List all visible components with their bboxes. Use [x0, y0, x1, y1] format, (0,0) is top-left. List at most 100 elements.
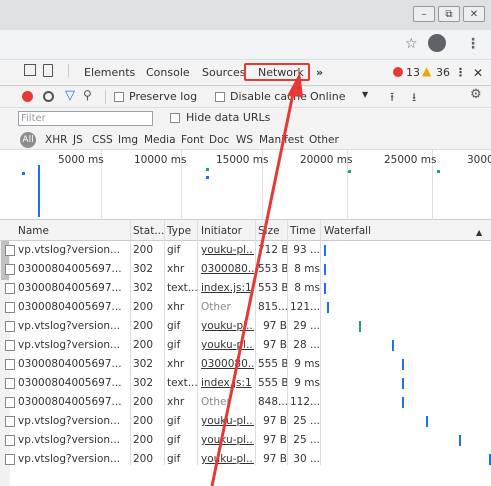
error-count[interactable]: 13: [406, 66, 420, 79]
cell-time: 9 ms: [294, 358, 320, 370]
column-header-waterfall[interactable]: Waterfall: [324, 225, 371, 237]
column-header-size[interactable]: Size: [258, 225, 280, 237]
throttling-select[interactable]: Online: [310, 90, 345, 103]
import-har-icon[interactable]: ⭱: [390, 88, 394, 109]
cell-name: 03000804005697...: [18, 301, 122, 313]
row-checkbox[interactable]: [5, 264, 15, 275]
table-row[interactable]: vp.vtslog?version... 200 gif youku-pl... 97 …: [0, 431, 491, 450]
row-checkbox[interactable]: [5, 378, 15, 389]
type-filter-all[interactable]: All: [20, 132, 36, 148]
type-filter-media[interactable]: Media: [144, 134, 176, 146]
type-filter-img[interactable]: Img: [118, 134, 138, 146]
type-filter-js[interactable]: JS: [73, 134, 83, 146]
table-row[interactable]: 03000804005697... 200 xhr Other 815... 121...: [0, 298, 491, 317]
table-row[interactable]: vp.vtslog?version... 200 gif youku-pl... 97 …: [0, 412, 491, 431]
toolbar-divider: [105, 90, 106, 104]
cell-initiator[interactable]: youku-pl...: [201, 244, 254, 256]
timeline-request-dot: [348, 170, 351, 173]
row-checkbox[interactable]: [5, 359, 15, 370]
type-filter-font[interactable]: Font: [181, 134, 204, 146]
row-checkbox[interactable]: [5, 245, 15, 256]
cell-type: gif: [167, 434, 181, 446]
more-tabs-button[interactable]: »: [316, 66, 323, 79]
devtools-close-icon[interactable]: ✕: [473, 66, 483, 80]
filter-input[interactable]: Filter: [18, 111, 153, 126]
column-header-type[interactable]: Type: [167, 225, 191, 237]
cell-initiator[interactable]: youku-pl...: [201, 453, 254, 465]
table-row[interactable]: vp.vtslog?version... 200 gif youku-pl... 97 …: [0, 336, 491, 355]
close-button[interactable]: ✕: [463, 6, 485, 22]
cell-initiator[interactable]: index.js:1: [201, 377, 254, 389]
type-filter-manifest[interactable]: Manifest: [259, 134, 304, 146]
account-icon[interactable]: [428, 34, 446, 52]
record-icon[interactable]: [22, 91, 33, 102]
type-filter-xhr[interactable]: XHR: [45, 134, 67, 146]
table-row[interactable]: 03000804005697... 302 xhr 0300080... 553 B 8 …: [0, 260, 491, 279]
column-header-initiator[interactable]: Initiator: [201, 225, 242, 237]
browser-menu-icon[interactable]: ⋮: [466, 36, 480, 52]
cell-time: 25 ...: [293, 415, 320, 427]
device-toolbar-icon[interactable]: [43, 64, 53, 77]
timeline-tick-label: 5000 ms: [58, 154, 104, 166]
waterfall-bar: [401, 378, 404, 389]
minimize-button[interactable]: –: [413, 6, 435, 22]
clear-icon[interactable]: [43, 91, 54, 102]
settings-gear-icon[interactable]: ⚙: [470, 87, 482, 102]
table-row[interactable]: 03000804005697... 302 xhr 0300080... 555 B 9 …: [0, 355, 491, 374]
cell-status: 302: [133, 358, 154, 370]
cell-initiator[interactable]: youku-pl...: [201, 320, 254, 332]
bookmark-star-icon[interactable]: ☆: [405, 36, 418, 52]
cell-name: vp.vtslog?version...: [18, 434, 121, 446]
filter-icon[interactable]: ▽: [65, 88, 75, 103]
hide-data-urls-checkbox[interactable]: [170, 113, 180, 123]
type-filter-ws[interactable]: WS: [236, 134, 253, 146]
chevron-down-icon[interactable]: ▼: [362, 90, 368, 99]
tab-elements[interactable]: Elements: [84, 66, 135, 79]
warning-count[interactable]: 36: [436, 66, 450, 79]
column-header-name[interactable]: Name: [18, 225, 49, 237]
cell-initiator: Other: [201, 301, 231, 313]
table-row[interactable]: 03000804005697... 302 text... index.js:1 553…: [0, 279, 491, 298]
cell-initiator[interactable]: index.js:1: [201, 282, 254, 294]
row-checkbox[interactable]: [5, 340, 15, 351]
disable-cache-label: Disable cache: [230, 90, 307, 103]
cell-initiator[interactable]: youku-pl...: [201, 434, 254, 446]
cell-time: 93 ...: [293, 244, 320, 256]
row-checkbox[interactable]: [5, 302, 15, 313]
cell-type: gif: [167, 453, 181, 465]
column-header-status[interactable]: Stat...: [133, 225, 164, 237]
row-checkbox[interactable]: [5, 321, 15, 332]
row-checkbox[interactable]: [5, 416, 15, 427]
preserve-log-checkbox[interactable]: [114, 92, 124, 102]
type-filter-other[interactable]: Other: [309, 134, 339, 146]
devtools-menu-icon[interactable]: ⋮: [455, 66, 466, 79]
row-checkbox[interactable]: [5, 454, 15, 465]
tab-sources[interactable]: Sources: [202, 66, 246, 79]
column-header-time[interactable]: Time: [290, 225, 316, 237]
sort-ascending-icon[interactable]: ▲: [476, 228, 482, 237]
cell-initiator[interactable]: 0300080...: [201, 358, 254, 370]
cell-initiator[interactable]: youku-pl...: [201, 415, 254, 427]
table-row[interactable]: vp.vtslog?version... 200 gif youku-pl... 97 …: [0, 450, 491, 469]
cell-initiator[interactable]: youku-pl...: [201, 339, 254, 351]
cell-name: vp.vtslog?version...: [18, 244, 121, 256]
disable-cache-checkbox[interactable]: [215, 92, 225, 102]
table-row[interactable]: vp.vtslog?version... 200 gif youku-pl... 97 …: [0, 317, 491, 336]
tab-console[interactable]: Console: [146, 66, 190, 79]
table-row[interactable]: 03000804005697... 302 text... index.js:1 555…: [0, 374, 491, 393]
type-filter-css[interactable]: CSS: [92, 134, 113, 146]
type-filter-doc[interactable]: Doc: [209, 134, 229, 146]
table-row[interactable]: vp.vtslog?version... 200 gif youku-pl... 712…: [0, 241, 491, 260]
timeline-request-dot: [22, 172, 25, 175]
search-icon[interactable]: ⚲: [83, 88, 92, 102]
waterfall-bar: [401, 359, 404, 370]
row-checkbox[interactable]: [5, 397, 15, 408]
cell-status: 200: [133, 453, 154, 465]
row-checkbox[interactable]: [5, 435, 15, 446]
maximize-button[interactable]: ⧉: [438, 6, 460, 22]
row-checkbox[interactable]: [5, 283, 15, 294]
cell-initiator[interactable]: 0300080...: [201, 263, 254, 275]
table-row[interactable]: 03000804005697... 200 xhr Other 848... 112...: [0, 393, 491, 412]
inspect-element-icon[interactable]: [24, 64, 36, 76]
export-har-icon[interactable]: ⭳: [412, 88, 416, 109]
